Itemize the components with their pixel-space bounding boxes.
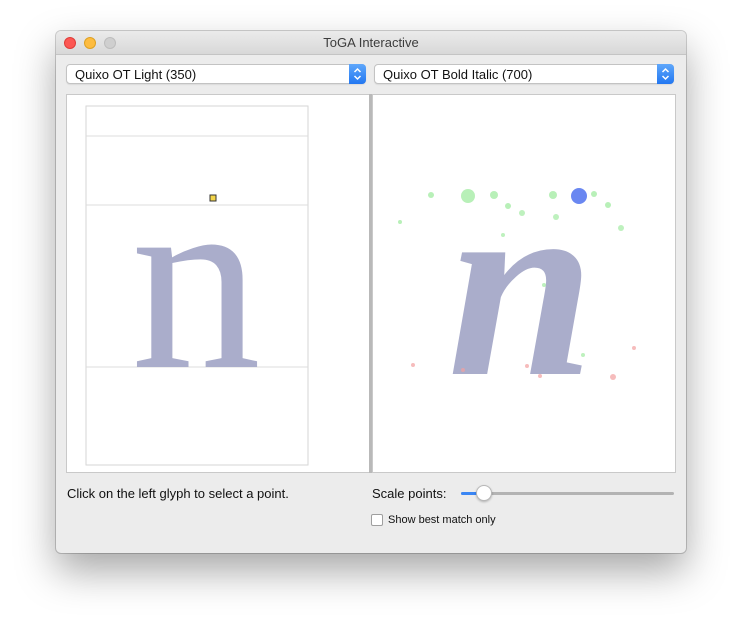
updown-chevron-icon	[661, 67, 670, 81]
best-match-point	[571, 188, 587, 204]
match-point	[632, 346, 636, 350]
match-point	[605, 202, 611, 208]
right-font-value: Quixo OT Bold Italic (700)	[383, 67, 533, 82]
match-point	[461, 189, 475, 203]
left-font-value: Quixo OT Light (350)	[75, 67, 197, 82]
left-font-stepper[interactable]	[349, 64, 366, 84]
match-point	[581, 353, 585, 357]
scale-points-label: Scale points:	[372, 486, 447, 501]
best-match-checkbox[interactable]	[371, 514, 383, 526]
match-point	[549, 191, 557, 199]
source-glyph-pane[interactable]: n	[66, 94, 370, 473]
target-glyph: n	[447, 139, 594, 432]
app-window: ToGA Interactive Quixo OT Light (350) Qu…	[56, 31, 686, 553]
match-point	[490, 191, 498, 199]
title-bar[interactable]: ToGA Interactive	[56, 31, 686, 55]
match-point	[538, 374, 542, 378]
match-point	[618, 225, 624, 231]
match-point	[398, 220, 402, 224]
match-point	[591, 191, 597, 197]
left-font-select[interactable]: Quixo OT Light (350)	[66, 64, 366, 84]
match-point	[505, 203, 511, 209]
scale-points-slider[interactable]	[461, 492, 674, 495]
slider-thumb[interactable]	[476, 485, 493, 501]
match-point	[501, 233, 505, 237]
source-glyph[interactable]: n	[131, 136, 261, 424]
match-point	[461, 368, 465, 372]
match-point	[411, 363, 415, 367]
match-point	[428, 192, 434, 198]
selected-point-handle[interactable]	[209, 194, 217, 202]
match-point	[553, 214, 559, 220]
match-point	[610, 374, 616, 380]
target-glyph-pane: n	[372, 94, 676, 473]
right-font-stepper[interactable]	[657, 64, 674, 84]
window-title: ToGA Interactive	[323, 35, 419, 50]
match-point	[542, 283, 546, 287]
status-text: Click on the left glyph to select a poin…	[67, 486, 289, 501]
best-match-label[interactable]: Show best match only	[388, 514, 496, 526]
updown-chevron-icon	[353, 67, 362, 81]
match-point	[525, 364, 529, 368]
right-font-select[interactable]: Quixo OT Bold Italic (700)	[374, 64, 674, 84]
match-point	[519, 210, 525, 216]
